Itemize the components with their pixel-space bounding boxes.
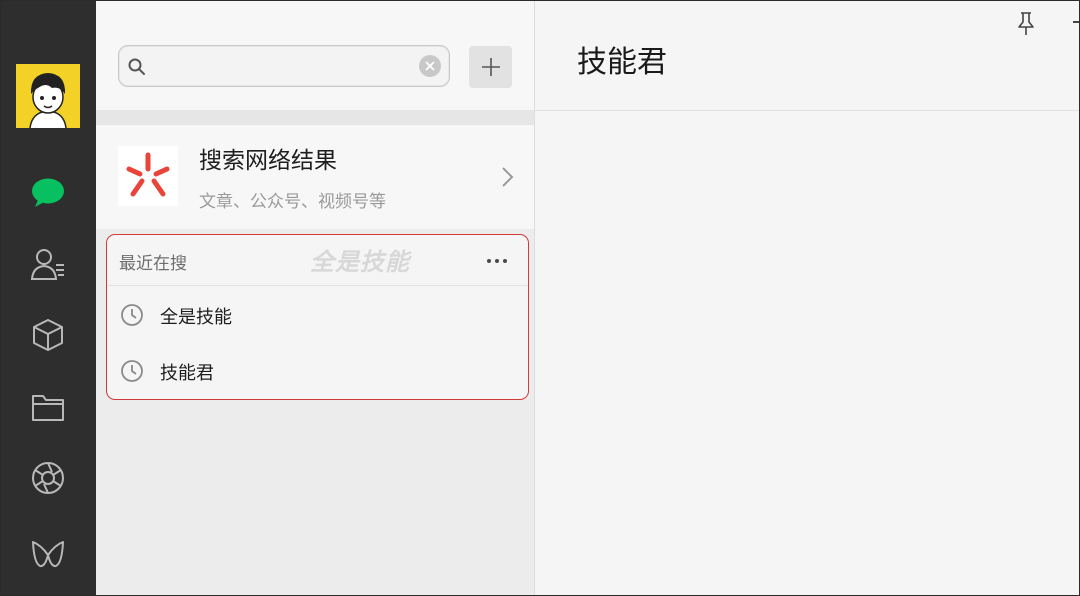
- nav-chat-button[interactable]: [25, 170, 71, 216]
- favorites-icon: [33, 319, 63, 351]
- nav-channels-button[interactable]: [25, 531, 71, 577]
- recent-search-label: 技能君: [160, 363, 214, 384]
- more-dot-icon: [495, 259, 499, 263]
- search-header: [96, 1, 534, 110]
- left-nav-bar: [1, 1, 96, 595]
- chat-pane: 技能君: [535, 1, 1079, 595]
- chevron-right-icon: [502, 167, 514, 187]
- avatar-image: [16, 64, 80, 128]
- search-box[interactable]: [118, 45, 450, 87]
- recent-search-item[interactable]: 技能君: [107, 347, 528, 395]
- recent-search-item[interactable]: 全是技能: [107, 291, 528, 339]
- minimize-button[interactable]: [1073, 21, 1079, 23]
- web-search-result[interactable]: 搜索网络结果 文章、公众号、视频号等: [96, 125, 534, 229]
- more-dot-icon: [503, 259, 507, 263]
- channels-icon: [32, 541, 64, 568]
- nav-moments-button[interactable]: [25, 455, 71, 501]
- pin-icon[interactable]: [1016, 11, 1036, 37]
- chat-icon: [32, 178, 64, 207]
- moments-icon: [32, 462, 64, 494]
- watermark: 全是技能: [310, 248, 410, 276]
- web-search-title: 搜索网络结果: [199, 148, 337, 174]
- avatar[interactable]: [16, 64, 80, 128]
- search-icon: [128, 58, 145, 75]
- recent-search-label: 全是技能: [160, 307, 232, 328]
- nav-contacts-button[interactable]: [25, 241, 71, 287]
- web-search-subtitle: 文章、公众号、视频号等: [199, 192, 386, 212]
- close-icon: [425, 61, 435, 71]
- chat-header: 技能君: [535, 1, 1079, 111]
- web-search-logo: [118, 146, 178, 206]
- add-button[interactable]: [469, 46, 512, 88]
- search-input[interactable]: [153, 52, 407, 82]
- contacts-icon: [30, 249, 64, 280]
- more-dot-icon: [487, 259, 491, 263]
- search-logo-icon: [126, 152, 170, 197]
- recent-searches-panel: 最近在搜 全是技能 全是技能 技能君: [106, 234, 529, 400]
- divider: [107, 285, 528, 286]
- nav-files-button[interactable]: [25, 384, 71, 430]
- clock-icon: [121, 304, 143, 326]
- search-panel: 搜索网络结果 文章、公众号、视频号等 最近在搜 全是技能 全是技能 技能君: [96, 1, 535, 595]
- recent-searches-header: 最近在搜: [119, 254, 187, 274]
- divider: [96, 110, 534, 125]
- chat-title: 技能君: [577, 45, 667, 80]
- clear-search-button[interactable]: [419, 55, 441, 77]
- more-options-button[interactable]: [481, 251, 513, 271]
- clock-icon: [121, 360, 143, 382]
- plus-icon: [481, 58, 500, 76]
- app-window: 搜索网络结果 文章、公众号、视频号等 最近在搜 全是技能 全是技能 技能君 技能…: [0, 0, 1080, 596]
- nav-favorites-button[interactable]: [25, 312, 71, 358]
- folder-icon: [32, 395, 64, 421]
